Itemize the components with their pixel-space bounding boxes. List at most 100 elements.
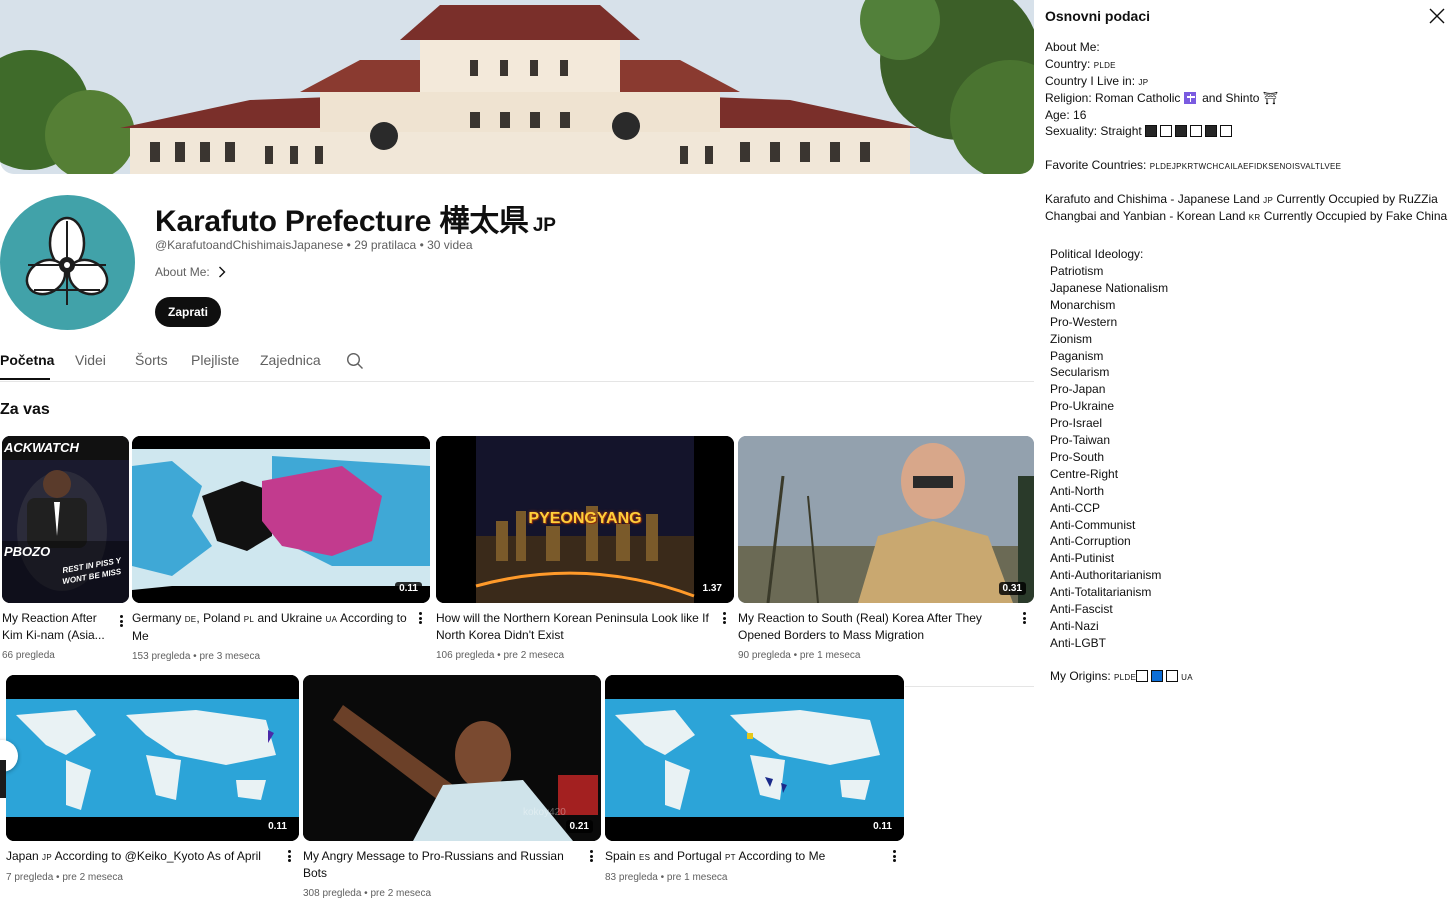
tab-playlists[interactable]: Plejliste bbox=[191, 352, 239, 368]
tab-shorts[interactable]: Šorts bbox=[135, 352, 168, 368]
channel-avatar[interactable] bbox=[0, 195, 135, 330]
video-thumbnail[interactable]: 0.11 bbox=[6, 675, 299, 841]
subscribe-button[interactable]: Zaprati bbox=[155, 297, 222, 327]
ideology-item: Anti-Authoritarianism bbox=[1050, 568, 1162, 583]
ideology-item: Anti-Putinist bbox=[1050, 551, 1115, 566]
view-count: 153 pregleda bbox=[132, 651, 191, 662]
thumbnail-image bbox=[605, 675, 904, 841]
search-icon[interactable] bbox=[346, 352, 364, 375]
close-icon[interactable] bbox=[1428, 7, 1446, 25]
row-divider bbox=[905, 686, 1034, 687]
torii-icon: ⛩ bbox=[1262, 91, 1279, 105]
video-duration: 0.21 bbox=[565, 820, 593, 833]
video-title[interactable]: My Reaction After Kim Ki-nam (Asia... bbox=[2, 610, 129, 644]
video-stats: 90 pregleda • pre 1 meseca bbox=[738, 650, 861, 661]
ideology-item: Pro-Israel bbox=[1050, 416, 1103, 431]
video-card[interactable]: kokoy420 0.21 My Angry Message to Pro-Ru… bbox=[303, 675, 601, 899]
ideology-item: Anti-LGBT bbox=[1050, 635, 1107, 650]
ideology-item: Anti-North bbox=[1050, 483, 1105, 498]
video-thumbnail[interactable]: PYEONGYANG 1.37 bbox=[436, 436, 734, 603]
ideology-heading: Political Ideology: bbox=[1050, 247, 1144, 261]
more-options-icon[interactable] bbox=[283, 848, 295, 864]
section-title: Za vas bbox=[0, 401, 50, 418]
more-options-icon[interactable] bbox=[115, 613, 127, 629]
upload-age: pre 3 meseca bbox=[199, 651, 261, 662]
about-me-link[interactable]: About Me: bbox=[155, 265, 226, 279]
thumbnail-image bbox=[6, 675, 299, 841]
video-thumbnail[interactable]: 0.11 bbox=[605, 675, 904, 841]
more-options-icon[interactable] bbox=[1018, 610, 1030, 626]
thumbnail-caption: PBOZO bbox=[4, 544, 51, 559]
video-card[interactable]: PYEONGYANG 1.37 How will the Northern Ko… bbox=[436, 436, 734, 661]
religion-line: Religion: Roman Catholic and Shinto ⛩ bbox=[1045, 91, 1279, 105]
ideology-item: Secularism bbox=[1050, 365, 1110, 380]
video-thumbnail[interactable]: kokoy420 0.21 bbox=[303, 675, 601, 841]
more-options-icon[interactable] bbox=[718, 610, 730, 626]
origins-line: My Origins: PLDE UA bbox=[1050, 669, 1193, 683]
ideology-item: Pro-Western bbox=[1050, 314, 1118, 329]
ideology-item: Anti-Fascist bbox=[1050, 602, 1113, 616]
video-card[interactable]: ACKWATCH PBOZO REST IN PISS Y WONT BE MI… bbox=[2, 436, 129, 661]
ideology-item: Pro-Ukraine bbox=[1050, 399, 1115, 414]
country-live-line: Country I Live in: JP bbox=[1045, 74, 1149, 88]
video-thumbnail[interactable]: 0.31 bbox=[738, 436, 1034, 603]
about-me-heading: About Me: bbox=[1045, 40, 1100, 54]
channel-tabs: Početna Videi Šorts Plejliste Zajednica bbox=[0, 340, 1034, 382]
upload-age: pre 2 meseca bbox=[503, 650, 565, 661]
view-count: 83 pregleda bbox=[605, 872, 658, 883]
thumbnail-caption: PYEONGYANG bbox=[528, 510, 642, 527]
tab-community[interactable]: Zajednica bbox=[260, 352, 321, 368]
view-count: 66 pregleda bbox=[2, 650, 55, 661]
ideology-item: Centre-Right bbox=[1050, 466, 1119, 481]
age-line: Age: 16 bbox=[1045, 108, 1087, 122]
upload-age: pre 1 meseca bbox=[666, 872, 728, 883]
video-stats: 7 pregleda • pre 2 meseca bbox=[6, 872, 123, 883]
video-duration: 0.31 bbox=[998, 582, 1026, 595]
ideology-item: Anti-CCP bbox=[1050, 500, 1101, 515]
banner-building-image bbox=[0, 0, 1034, 174]
thumbnail-watermark: kokoy420 bbox=[523, 807, 566, 818]
channel-page: Karafuto Prefecture 樺太県 JP @KarafutoandCh… bbox=[0, 0, 1034, 909]
video-count: 30 videa bbox=[427, 238, 473, 252]
more-options-icon[interactable] bbox=[414, 610, 426, 626]
video-title[interactable]: My Reaction to South (Real) Korea After … bbox=[738, 610, 1034, 644]
video-thumbnail[interactable]: 0.11 bbox=[132, 436, 430, 603]
more-options-icon[interactable] bbox=[585, 848, 597, 864]
sexuality-line: Sexuality: Straight bbox=[1045, 124, 1235, 139]
about-me-label: About Me: bbox=[155, 265, 210, 279]
video-stats: 308 pregleda • pre 2 meseca bbox=[303, 888, 432, 899]
prefecture-emblem-icon bbox=[25, 216, 109, 305]
ideology-item: Pro-Taiwan bbox=[1050, 433, 1111, 447]
video-thumbnail[interactable]: ACKWATCH PBOZO REST IN PISS Y WONT BE MI… bbox=[2, 436, 129, 603]
tab-videos[interactable]: Videi bbox=[75, 352, 106, 368]
sidebar-edge bbox=[0, 760, 6, 798]
ideology-item: Pro-Japan bbox=[1050, 382, 1106, 397]
ideology-item: Anti-Totalitarianism bbox=[1050, 585, 1152, 600]
video-title[interactable]: Germany DE, Poland PL and Ukraine UA Acc… bbox=[132, 610, 430, 645]
more-options-icon[interactable] bbox=[888, 848, 900, 864]
channel-name: Karafuto Prefecture 樺太県 JP bbox=[155, 196, 556, 240]
thumbnail-image bbox=[738, 436, 1034, 603]
chevron-right-icon bbox=[218, 266, 226, 278]
video-card[interactable]: 0.11 Japan JP According to @Keiko_Kyoto … bbox=[6, 675, 299, 883]
video-title[interactable]: Japan JP According to @Keiko_Kyoto As of… bbox=[6, 848, 299, 866]
channel-flag-code: JP bbox=[532, 215, 556, 236]
channel-handle: @KarafutoandChishimaisJapanese bbox=[155, 238, 344, 252]
ideology-item: Anti-Corruption bbox=[1050, 534, 1131, 549]
country-line: Country: PLDE bbox=[1045, 57, 1116, 71]
video-title[interactable]: Spain ES and Portugal PT According to Me bbox=[605, 848, 904, 866]
video-card[interactable]: 0.11 Spain ES and Portugal PT According … bbox=[605, 675, 904, 883]
upload-age: pre 2 meseca bbox=[62, 872, 123, 883]
cross-icon bbox=[1183, 92, 1196, 104]
active-tab-indicator bbox=[0, 378, 50, 380]
video-card[interactable]: 0.11 Germany DE, Poland PL and Ukraine U… bbox=[132, 436, 430, 662]
upload-age: pre 2 meseca bbox=[370, 888, 432, 899]
video-title[interactable]: My Angry Message to Pro-Russians and Rus… bbox=[303, 848, 601, 882]
video-title[interactable]: How will the Northern Korean Peninsula L… bbox=[436, 610, 734, 644]
ideology-item: Japanese Nationalism bbox=[1050, 280, 1169, 295]
video-card[interactable]: 0.31 My Reaction to South (Real) Korea A… bbox=[738, 436, 1034, 661]
panel-title: Osnovni podaci bbox=[1045, 8, 1151, 24]
thumbnail-caption: ACKWATCH bbox=[4, 440, 79, 455]
channel-name-text: Karafuto Prefecture 樺太県 bbox=[155, 205, 529, 238]
tab-home[interactable]: Početna bbox=[0, 352, 54, 368]
